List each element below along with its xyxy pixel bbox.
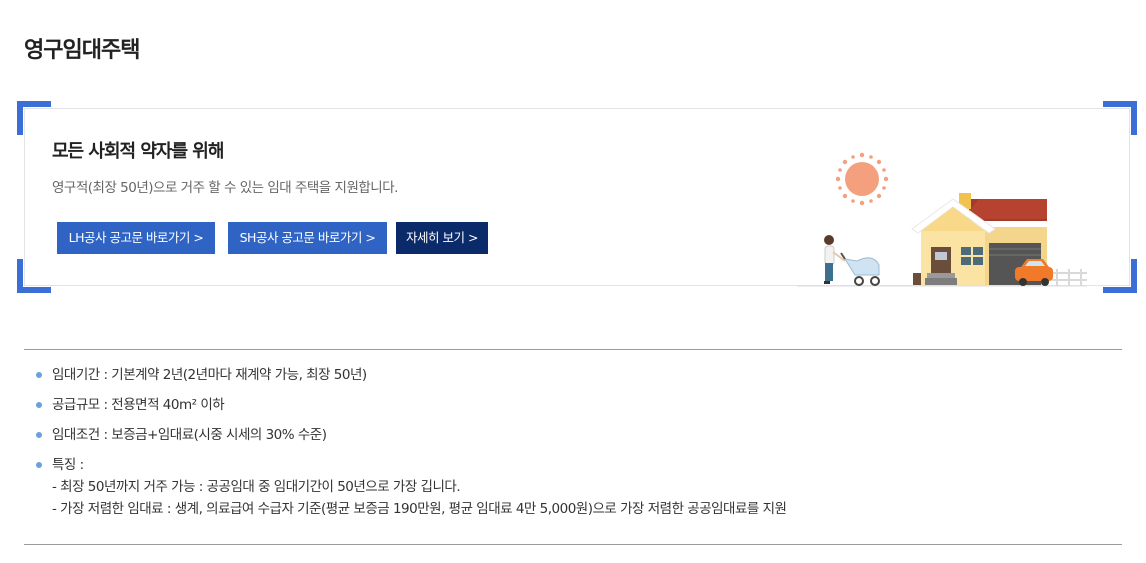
lh-notice-button[interactable]: LH공사 공고문 바로가기 >	[57, 222, 215, 254]
feature-list: - 최장 50년까지 거주 가능 : 공공임대 중 임대기간이 50년으로 가장…	[52, 476, 787, 520]
corner-decoration	[1103, 101, 1137, 135]
list-item: 임대기간 : 기본계약 2년(2년마다 재계약 가능, 최장 50년)	[36, 364, 786, 386]
bullet-icon	[36, 462, 42, 468]
list-item: 특징 : - 최장 50년까지 거주 가능 : 공공임대 중 임대기간이 50년…	[36, 454, 787, 520]
corner-decoration	[1103, 259, 1137, 293]
page-title: 영구임대주택	[24, 38, 140, 63]
fence-icon	[1052, 269, 1087, 286]
sh-notice-button[interactable]: SH공사 공고문 바로가기 >	[228, 222, 387, 254]
list-item-text: 공급규모 : 전용면적 40m² 이하	[52, 397, 225, 413]
list-item-text: 임대조건 : 보증금+임대료(시중 시세의 30% 수준)	[52, 427, 327, 443]
divider	[24, 349, 1122, 350]
banner-heading: 모든 사회적 약자를 위해	[52, 141, 224, 162]
feature-item: - 가장 저렴한 임대료 : 생계, 의료급여 수급자 기준(평균 보증금 19…	[52, 501, 787, 517]
list-item-text: 임대기간 : 기본계약 2년(2년마다 재계약 가능, 최장 50년)	[52, 367, 367, 383]
list-item: 공급규모 : 전용면적 40m² 이하	[36, 394, 786, 416]
corner-decoration	[17, 101, 51, 135]
divider	[24, 544, 1122, 545]
list-item: 임대조건 : 보증금+임대료(시중 시세의 30% 수준)	[36, 424, 786, 446]
view-details-button[interactable]: 자세히 보기 >	[396, 222, 488, 254]
banner: 모든 사회적 약자를 위해 영구적(최장 50년)으로 거주 할 수 있는 임대…	[17, 101, 1137, 293]
corner-decoration	[17, 259, 51, 293]
list-item-text: 특징 :	[52, 457, 84, 473]
sun-icon	[835, 152, 889, 206]
info-list: 임대기간 : 기본계약 2년(2년마다 재계약 가능, 최장 50년) 공급규모…	[36, 364, 787, 528]
feature-item: - 최장 50년까지 거주 가능 : 공공임대 중 임대기간이 50년으로 가장…	[52, 479, 461, 495]
bullet-icon	[36, 372, 42, 378]
bullet-icon	[36, 432, 42, 438]
bullet-icon	[36, 402, 42, 408]
banner-description: 영구적(최장 50년)으로 거주 할 수 있는 임대 주택을 지원합니다.	[52, 180, 398, 196]
house-illustration	[797, 152, 1087, 287]
person-with-stroller-icon	[824, 235, 880, 286]
